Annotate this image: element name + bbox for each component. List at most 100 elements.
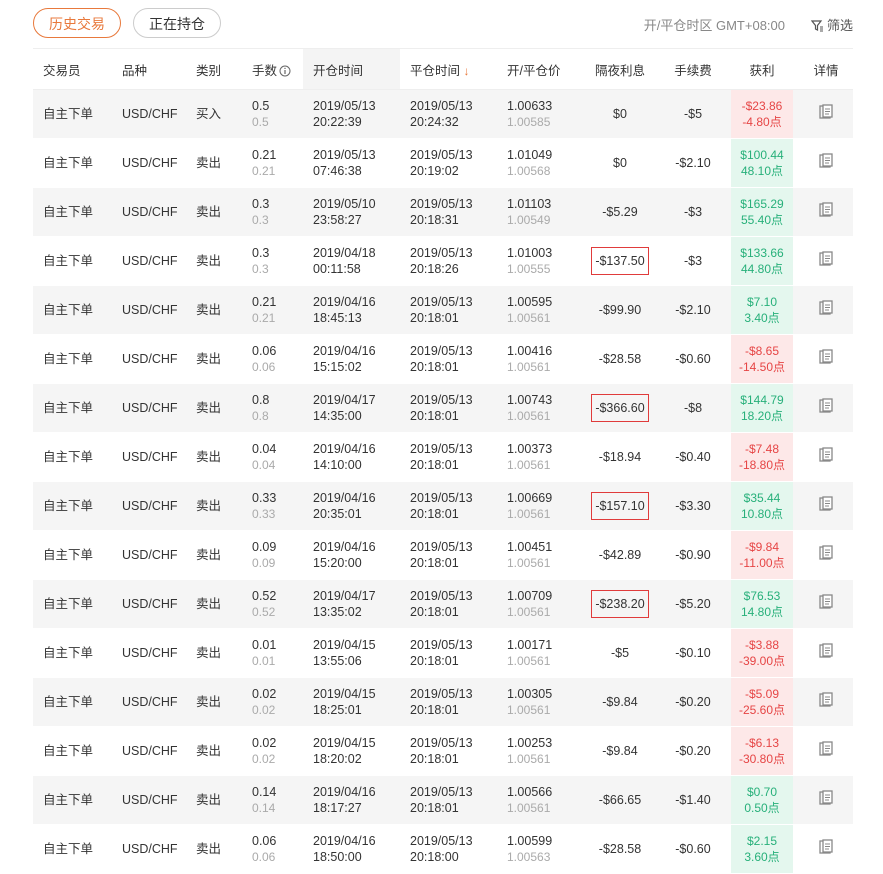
open-time-cell: 2019/04/18 00:11:58	[303, 237, 400, 286]
tab-history[interactable]: 历史交易	[33, 8, 121, 38]
trader-cell: 自主下单	[33, 384, 112, 433]
table-row: 自主下单 USD/CHF 买入 0.5 0.5 2019/05/13 20:22:39 201…	[33, 90, 853, 139]
close-time-cell: 2019/05/13 20:18:01	[400, 482, 497, 531]
lots-value: 0.14	[252, 785, 277, 799]
info-icon[interactable]	[279, 65, 291, 77]
pnl-amount: $100.44	[740, 148, 784, 162]
open-price: 1.01103	[507, 197, 552, 211]
detail-icon[interactable]	[818, 594, 834, 614]
swap-value: -$5.29	[602, 205, 638, 219]
detail-cell	[799, 335, 853, 384]
lots-value: 0.8	[252, 393, 270, 407]
side-cell: 卖出	[186, 580, 242, 629]
pnl-badge: -$5.09 -25.60点	[731, 678, 793, 726]
detail-cell	[799, 580, 853, 629]
close-time-cell: 2019/05/13 20:18:01	[400, 776, 497, 825]
col-detail: 详情	[799, 48, 853, 90]
swap-cell: -$28.58	[579, 825, 661, 874]
pnl-amount: $35.44	[743, 491, 781, 505]
open-time: 14:10:00	[313, 458, 362, 472]
col-close-time[interactable]: 平仓时间 ↓	[400, 48, 497, 90]
close-date: 2019/05/13	[410, 393, 473, 407]
detail-icon[interactable]	[818, 643, 834, 663]
detail-icon[interactable]	[818, 545, 834, 565]
col-close-time-label: 平仓时间	[410, 63, 461, 78]
pnl-badge: -$9.84 -11.00点	[731, 531, 793, 579]
detail-icon[interactable]	[818, 692, 834, 712]
open-price: 1.00171	[507, 638, 553, 652]
detail-icon[interactable]	[818, 496, 834, 516]
detail-icon[interactable]	[818, 349, 834, 369]
pnl-amount: -$9.84	[744, 540, 780, 554]
swap-value: -$42.89	[598, 548, 642, 562]
pnl-amount: $2.15	[746, 834, 778, 848]
pnl-amount: -$6.13	[744, 736, 780, 750]
pnl-amount: -$7.48	[744, 442, 780, 456]
detail-cell	[799, 825, 853, 874]
close-price: 1.00561	[507, 311, 551, 325]
detail-cell	[799, 482, 853, 531]
lots-value: 0.33	[252, 491, 277, 505]
open-price: 1.00709	[507, 589, 553, 603]
swap-cell: -$18.94	[579, 433, 661, 482]
col-open-time[interactable]: 开仓时间	[303, 48, 400, 90]
pnl-amount: -$23.86	[741, 99, 783, 113]
detail-icon[interactable]	[818, 839, 834, 859]
symbol-cell: USD/CHF	[112, 384, 186, 433]
close-time-cell: 2019/05/13 20:18:01	[400, 580, 497, 629]
col-lots-label: 手数	[252, 63, 278, 78]
open-time-cell: 2019/04/17 13:35:02	[303, 580, 400, 629]
lots-cell: 0.8 0.8	[242, 384, 303, 433]
symbol-cell: USD/CHF	[112, 678, 186, 727]
close-time: 20:18:01	[410, 654, 459, 668]
close-time-cell: 2019/05/13 20:18:01	[400, 286, 497, 335]
detail-cell	[799, 139, 853, 188]
price-cell: 1.00599 1.00563	[497, 825, 579, 874]
lots-cell: 0.5 0.5	[242, 90, 303, 139]
swap-cell: -$157.10	[579, 482, 661, 531]
swap-value: $0	[613, 156, 627, 170]
filter-button[interactable]: 筛选	[810, 15, 853, 34]
detail-icon[interactable]	[818, 300, 834, 320]
fee-cell: -$1.40	[661, 776, 725, 825]
detail-icon[interactable]	[818, 104, 834, 124]
lots-cell: 0.14 0.14	[242, 776, 303, 825]
swap-value: -$9.84	[602, 744, 638, 758]
detail-icon[interactable]	[818, 398, 834, 418]
lots-value: 0.3	[252, 246, 270, 260]
close-time: 20:18:01	[410, 507, 459, 521]
tab-open-positions[interactable]: 正在持仓	[133, 8, 221, 38]
side-cell: 卖出	[186, 433, 242, 482]
pnl-cell: -$23.86 -4.80点	[725, 90, 799, 139]
side-cell: 卖出	[186, 188, 242, 237]
pnl-amount: $0.70	[746, 785, 778, 799]
lots-value: 0.21	[252, 148, 277, 162]
open-time-cell: 2019/04/16 18:50:00	[303, 825, 400, 874]
open-date: 2019/04/16	[313, 785, 376, 799]
detail-cell	[799, 629, 853, 678]
detail-icon[interactable]	[818, 741, 834, 761]
detail-icon[interactable]	[818, 202, 834, 222]
table-row: 自主下单 USD/CHF 卖出 0.3 0.3 2019/04/18 00:11:58 201…	[33, 237, 853, 286]
close-date: 2019/05/13	[410, 687, 473, 701]
swap-cell: -$137.50	[579, 237, 661, 286]
close-time-cell: 2019/05/13 20:24:32	[400, 90, 497, 139]
price-cell: 1.00451 1.00561	[497, 531, 579, 580]
lots-cell: 0.52 0.52	[242, 580, 303, 629]
pnl-badge: $133.66 44.80点	[731, 237, 793, 285]
price-cell: 1.00305 1.00561	[497, 678, 579, 727]
open-date: 2019/04/16	[313, 491, 376, 505]
close-price: 1.00561	[507, 801, 551, 815]
detail-icon[interactable]	[818, 153, 834, 173]
trader-cell: 自主下单	[33, 629, 112, 678]
fee-cell: -$5.20	[661, 580, 725, 629]
swap-cell: -$366.60	[579, 384, 661, 433]
lots-sub: 0.3	[252, 213, 269, 227]
detail-icon[interactable]	[818, 790, 834, 810]
col-side: 类别	[186, 48, 242, 90]
price-cell: 1.00566 1.00561	[497, 776, 579, 825]
pnl-badge: $35.44 10.80点	[731, 482, 793, 530]
lots-cell: 0.04 0.04	[242, 433, 303, 482]
detail-icon[interactable]	[818, 447, 834, 467]
detail-icon[interactable]	[818, 251, 834, 271]
